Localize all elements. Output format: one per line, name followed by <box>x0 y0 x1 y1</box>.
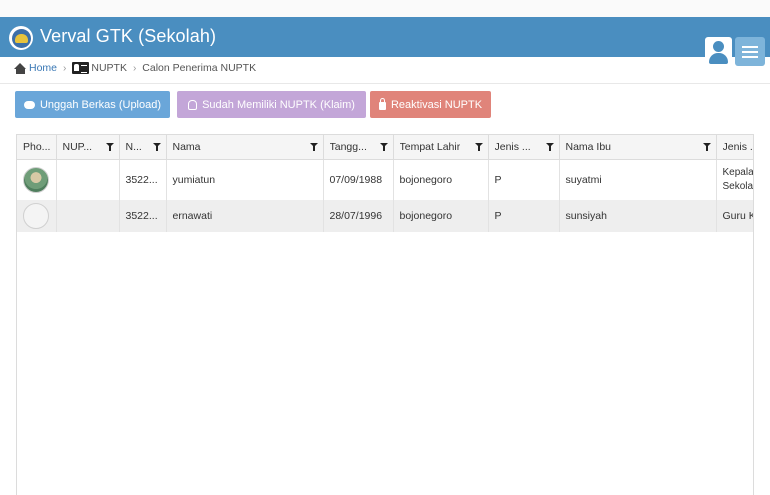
column-header-label: Jenis ... <box>722 140 754 153</box>
user-icon[interactable] <box>705 37 732 66</box>
column-header-nuptk[interactable]: NUP... <box>56 135 120 160</box>
column-header-label: Nama Ibu <box>565 140 612 153</box>
hamburger-menu-icon[interactable] <box>735 37 765 66</box>
filter-icon[interactable] <box>309 143 318 151</box>
filter-icon[interactable] <box>152 143 161 151</box>
cell-nuptk <box>56 200 120 232</box>
unlock-icon <box>378 98 386 110</box>
reactivate-button-label: Reaktivasi NUPTK <box>390 98 483 111</box>
upload-button[interactable]: Unggah Berkas (Upload) <box>15 91 170 118</box>
cell-nuptk <box>56 159 120 200</box>
candidate-table: Pho... NUP... N... Nama Tangg... Tempat … <box>17 135 754 232</box>
cell-nik: 3522... <box>119 159 167 200</box>
column-header-nama[interactable]: Nama <box>166 135 324 160</box>
filter-icon[interactable] <box>105 143 114 151</box>
breadcrumb: Home › NUPTK › Calon Penerima NUPTK <box>14 60 256 76</box>
data-grid: Pho... NUP... N... Nama Tangg... Tempat … <box>16 134 754 495</box>
column-header-tempat-lahir[interactable]: Tempat Lahir <box>393 135 489 160</box>
app-header: Verval GTK (Sekolah) <box>0 17 770 66</box>
column-header-label: Pho... <box>23 140 51 153</box>
cell-nama-ibu: suyatmi <box>559 159 717 200</box>
column-header-label: Tangg... <box>329 140 367 153</box>
table-header-row: Pho... NUP... N... Nama Tangg... Tempat … <box>17 135 754 160</box>
filter-icon[interactable] <box>545 143 554 151</box>
tut-wuri-handayani-logo[interactable] <box>9 26 33 50</box>
cell-nik: 3522... <box>119 200 167 232</box>
column-header-tanggal-lahir[interactable]: Tangg... <box>323 135 394 160</box>
column-header-nik[interactable]: N... <box>119 135 167 160</box>
cell-tanggal-lahir: 07/09/1988 <box>323 159 394 200</box>
cell-nama: yumiatun <box>166 159 324 200</box>
cell-tempat-lahir: bojonegoro <box>393 159 489 200</box>
table-row[interactable]: 3522... yumiatun 07/09/1988 bojonegoro P… <box>17 159 753 200</box>
cell-jenis-ptk: Kepala Sekola <box>716 159 753 200</box>
breadcrumb-home[interactable]: Home <box>14 62 57 74</box>
cloud-upload-icon <box>23 100 35 109</box>
column-header-label: Tempat Lahir <box>399 140 461 153</box>
column-header-photo[interactable]: Pho... <box>17 135 57 160</box>
app-title: Verval GTK (Sekolah) <box>40 26 217 46</box>
breadcrumb-current: Calon Penerima NUPTK <box>142 62 257 74</box>
filter-icon[interactable] <box>474 143 483 151</box>
id-card-icon <box>72 62 90 74</box>
claim-nuptk-button[interactable]: Sudah Memiliki NUPTK (Klaim) <box>177 91 366 118</box>
reactivate-nuptk-button[interactable]: Reaktivasi NUPTK <box>370 91 491 118</box>
column-header-nama-ibu[interactable]: Nama Ibu <box>559 135 717 160</box>
chevron-right-icon: › <box>132 62 137 74</box>
home-icon <box>14 62 27 74</box>
avatar[interactable] <box>23 203 50 229</box>
column-header-label: Jenis ... <box>494 140 531 153</box>
cell-photo <box>17 159 57 200</box>
cell-nama-ibu: sunsiyah <box>559 200 717 232</box>
table-row[interactable]: 3522... ernawati 28/07/1996 bojonegoro P… <box>17 200 753 232</box>
column-header-label: NUP... <box>62 140 93 153</box>
claim-button-label: Sudah Memiliki NUPTK (Klaim) <box>202 98 355 111</box>
filter-icon[interactable] <box>702 143 711 151</box>
filter-icon[interactable] <box>379 143 388 151</box>
cell-nama: ernawati <box>166 200 324 232</box>
chevron-right-icon: › <box>63 62 67 74</box>
hand-pointer-icon <box>188 99 198 110</box>
avatar[interactable] <box>23 166 50 193</box>
cell-jenis-kelamin: P <box>488 200 560 232</box>
column-header-jenis-ptk[interactable]: Jenis ... <box>716 135 754 160</box>
divider <box>0 83 770 84</box>
cell-photo <box>17 200 57 232</box>
column-header-label: N... <box>125 140 142 153</box>
cell-tempat-lahir: bojonegoro <box>393 200 489 232</box>
column-header-jenis-kelamin[interactable]: Jenis ... <box>488 135 560 160</box>
column-header-label: Nama <box>172 140 201 153</box>
breadcrumb-home-label[interactable]: Home <box>29 62 57 74</box>
cell-jenis-ptk: Guru K <box>716 200 753 232</box>
breadcrumb-section[interactable]: NUPTK <box>91 62 127 74</box>
upload-button-label: Unggah Berkas (Upload) <box>39 98 162 111</box>
cell-tanggal-lahir: 28/07/1996 <box>323 200 394 232</box>
cell-jenis-kelamin: P <box>488 159 560 200</box>
status-strip <box>0 0 770 17</box>
